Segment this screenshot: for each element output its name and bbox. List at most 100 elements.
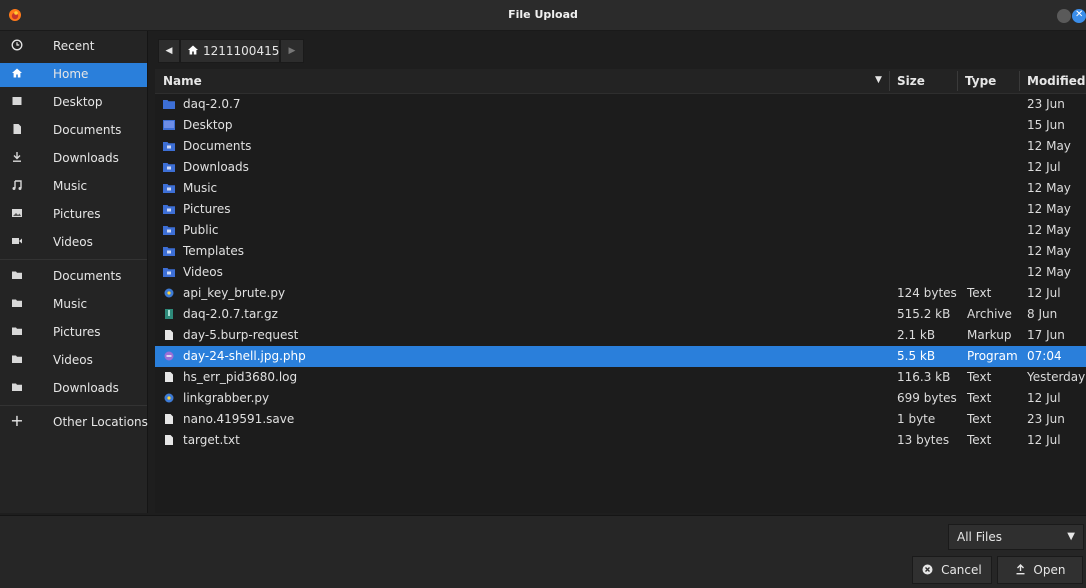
column-header-modified[interactable]: Modified (1027, 74, 1086, 88)
file-row[interactable]: Videos 12 May (155, 262, 1086, 283)
file-modified: 23 Jun (1027, 97, 1065, 111)
file-modified: Yesterday (1027, 370, 1086, 384)
sidebar-item-desktop[interactable]: Desktop (0, 91, 147, 115)
plus-icon: + (10, 411, 24, 430)
path-back-button[interactable]: ◀ (158, 39, 180, 63)
sidebar-item-downloads[interactable]: Downloads (0, 147, 147, 171)
sidebar-item-other-locations[interactable]: + Other Locations (0, 411, 148, 435)
file-filter-dropdown[interactable]: All Files ▼ (948, 524, 1084, 550)
file-row[interactable]: day-5.burp-request 2.1 kB Markup 17 Jun (155, 325, 1086, 346)
folder-icon (10, 297, 24, 311)
file-row[interactable]: api_key_brute.py 124 bytes Text 12 Jul (155, 283, 1086, 304)
file-row[interactable]: daq-2.0.7.tar.gz 515.2 kB Archive 8 Jun (155, 304, 1086, 325)
python-file-icon (164, 393, 174, 403)
open-button[interactable]: Open (997, 556, 1083, 584)
file-name: daq-2.0.7.tar.gz (183, 307, 278, 321)
file-row[interactable]: nano.419591.save 1 byte Text 23 Jun (155, 409, 1086, 430)
templates-folder-icon (163, 247, 175, 256)
downloads-folder-icon (163, 163, 175, 172)
folder-icon (10, 353, 24, 367)
documents-folder-icon (163, 142, 175, 151)
sidebar-item-recent[interactable]: Recent (0, 35, 147, 59)
bottom-bar: All Files ▼ Cancel Open (0, 515, 1086, 588)
chevron-right-icon: ▶ (288, 46, 296, 56)
file-row[interactable]: Music 12 May (155, 178, 1086, 199)
sidebar-item-pictures[interactable]: Pictures (0, 203, 147, 227)
file-row[interactable]: daq-2.0.7 23 Jun (155, 94, 1086, 115)
file-icon (165, 330, 173, 340)
file-size: 116.3 kB (897, 370, 951, 384)
document-icon (10, 123, 24, 137)
sidebar-item-bookmark-videos[interactable]: Videos (0, 349, 147, 373)
window-title: File Upload (508, 8, 578, 21)
file-name: day-24-shell.jpg.php (183, 349, 306, 363)
minimize-button[interactable] (1057, 9, 1071, 23)
sidebar-item-label: Documents (53, 269, 122, 283)
column-header-size[interactable]: Size (897, 74, 925, 88)
close-button[interactable] (1072, 9, 1086, 23)
path-home-button[interactable]: 1211100415 (180, 39, 280, 63)
sidebar-item-home[interactable]: Home (0, 63, 147, 87)
videos-folder-icon (163, 268, 175, 277)
file-row[interactable]: Downloads 12 Jul (155, 157, 1086, 178)
file-row-selected[interactable]: day-24-shell.jpg.php 5.5 kB Program 07:0… (155, 346, 1086, 367)
file-modified: 12 Jul (1027, 391, 1061, 405)
sidebar: Recent Home Desktop Documents Downloads … (0, 31, 148, 513)
file-size: 13 bytes (897, 433, 950, 447)
sidebar-item-bookmark-pictures[interactable]: Pictures (0, 321, 147, 345)
file-type: Markup (967, 328, 1012, 342)
home-icon (10, 67, 24, 81)
file-list: Name ▼ Size Type Modified daq-2.0.7 23 J… (155, 69, 1086, 513)
pictures-folder-icon (163, 205, 175, 214)
file-name: Public (183, 223, 219, 237)
file-icon (165, 414, 173, 424)
file-type: Archive (967, 307, 1012, 321)
column-divider (889, 71, 890, 91)
file-row[interactable]: Documents 12 May (155, 136, 1086, 157)
file-row[interactable]: Pictures 12 May (155, 199, 1086, 220)
file-type: Text (967, 370, 992, 384)
column-header-type[interactable]: Type (965, 74, 996, 88)
home-icon (187, 40, 199, 62)
sidebar-item-music[interactable]: Music (0, 175, 147, 199)
sidebar-item-videos[interactable]: Videos (0, 231, 147, 255)
open-label: Open (1033, 563, 1066, 577)
folder-icon (10, 269, 24, 283)
sidebar-item-label: Recent (53, 39, 95, 53)
file-row[interactable]: Desktop 15 Jun (155, 115, 1086, 136)
column-header-name[interactable]: Name (163, 74, 202, 88)
file-modified: 12 May (1027, 139, 1071, 153)
sidebar-item-label: Pictures (53, 207, 101, 221)
file-modified: 12 May (1027, 223, 1071, 237)
sidebar-item-label: Downloads (53, 381, 119, 395)
file-row[interactable]: linkgrabber.py 699 bytes Text 12 Jul (155, 388, 1086, 409)
file-type: Text (967, 433, 992, 447)
sidebar-item-documents[interactable]: Documents (0, 119, 147, 143)
cancel-button[interactable]: Cancel (912, 556, 992, 584)
sidebar-separator (0, 405, 147, 406)
archive-icon (165, 309, 173, 319)
folder-icon (10, 325, 24, 339)
desktop-icon (10, 95, 24, 109)
sidebar-item-bookmark-documents[interactable]: Documents (0, 265, 147, 289)
sidebar-item-bookmark-downloads[interactable]: Downloads (0, 377, 147, 401)
sidebar-item-bookmark-music[interactable]: Music (0, 293, 147, 317)
file-modified: 12 May (1027, 265, 1071, 279)
sidebar-separator (0, 259, 147, 260)
file-name: target.txt (183, 433, 240, 447)
file-name: Templates (183, 244, 245, 258)
file-row[interactable]: Templates 12 May (155, 241, 1086, 262)
cancel-label: Cancel (941, 563, 982, 577)
sidebar-item-label: Videos (53, 235, 93, 249)
file-size: 1 byte (897, 412, 936, 426)
sidebar-item-label: Music (53, 297, 88, 311)
sidebar-item-label: Desktop (53, 95, 103, 109)
file-row[interactable]: Public 12 May (155, 220, 1086, 241)
file-row[interactable]: hs_err_pid3680.log 116.3 kB Text Yesterd… (155, 367, 1086, 388)
file-row[interactable]: target.txt 13 bytes Text 12 Jul (155, 430, 1086, 451)
column-header-row: Name ▼ Size Type Modified (155, 69, 1086, 94)
file-modified: 8 Jun (1027, 307, 1058, 321)
file-size: 515.2 kB (897, 307, 951, 321)
path-forward-button[interactable]: ▶ (280, 39, 304, 63)
file-size: 2.1 kB (897, 328, 936, 342)
